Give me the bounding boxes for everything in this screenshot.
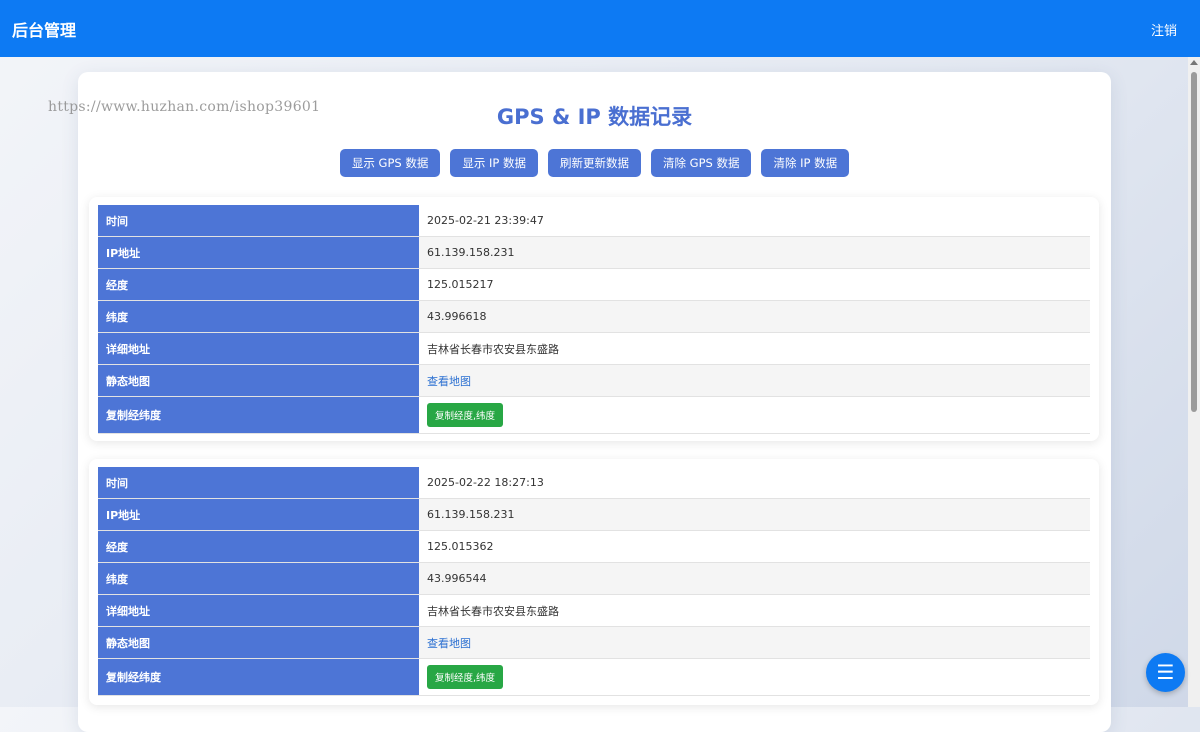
address-value: 吉林省长春市农安县东盛路 xyxy=(419,332,1090,365)
table-row: 复制经纬度 复制经度,纬度 xyxy=(98,396,1090,434)
copy-coords-button[interactable]: 复制经度,纬度 xyxy=(427,665,504,689)
table-row: 详细地址 吉林省长春市农安县东盛路 xyxy=(98,332,1090,365)
time-value: 2025-02-21 23:39:47 xyxy=(419,205,1090,237)
lat-value: 43.996618 xyxy=(419,300,1090,333)
scroll-up-arrow-icon[interactable] xyxy=(1190,60,1198,65)
table-row: 静态地图 查看地图 xyxy=(98,626,1090,659)
refresh-button[interactable]: 刷新更新数据 xyxy=(548,149,641,177)
table-row: IP地址 61.139.158.231 xyxy=(98,498,1090,531)
app-title: 后台管理 xyxy=(12,21,77,40)
lng-value: 125.015362 xyxy=(419,530,1090,563)
address-label: 详细地址 xyxy=(98,594,419,627)
ip-label: IP地址 xyxy=(98,498,419,531)
lat-label: 纬度 xyxy=(98,562,419,595)
toolbar: 显示 GPS 数据 显示 IP 数据 刷新更新数据 清除 GPS 数据 清除 I… xyxy=(78,149,1111,177)
lng-value: 125.015217 xyxy=(419,268,1090,301)
menu-fab-button[interactable]: ☰ xyxy=(1146,653,1185,692)
lat-label: 纬度 xyxy=(98,300,419,333)
lng-label: 经度 xyxy=(98,268,419,301)
table-row: 静态地图 查看地图 xyxy=(98,364,1090,397)
view-map-link[interactable]: 查看地图 xyxy=(427,375,471,388)
show-gps-button[interactable]: 显示 GPS 数据 xyxy=(339,149,441,177)
map-label: 静态地图 xyxy=(98,364,419,397)
table-row: 时间 2025-02-22 18:27:13 xyxy=(98,467,1090,499)
menu-icon: ☰ xyxy=(1156,660,1175,684)
time-value: 2025-02-22 18:27:13 xyxy=(419,467,1090,499)
watermark-text: https://www.huzhan.com/ishop39601 xyxy=(48,99,321,115)
copy-label: 复制经纬度 xyxy=(98,396,419,434)
record-card: 时间 2025-02-22 18:27:13 IP地址 61.139.158.231… xyxy=(89,459,1099,705)
record-card: 时间 2025-02-21 23:39:47 IP地址 61.139.158.231… xyxy=(89,197,1099,441)
ip-value: 61.139.158.231 xyxy=(419,236,1090,269)
clear-gps-button[interactable]: 清除 GPS 数据 xyxy=(651,149,752,177)
map-label: 静态地图 xyxy=(98,626,419,659)
address-value: 吉林省长春市农安县东盛路 xyxy=(419,594,1090,627)
view-map-link[interactable]: 查看地图 xyxy=(427,637,471,650)
vertical-scrollbar[interactable] xyxy=(1188,57,1200,707)
table-row: IP地址 61.139.158.231 xyxy=(98,236,1090,269)
ip-label: IP地址 xyxy=(98,236,419,269)
ip-value: 61.139.158.231 xyxy=(419,498,1090,531)
address-label: 详细地址 xyxy=(98,332,419,365)
table-row: 详细地址 吉林省长春市农安县东盛路 xyxy=(98,594,1090,627)
logout-link[interactable]: 注销 xyxy=(1151,20,1177,39)
table-row: 复制经纬度 复制经度,纬度 xyxy=(98,658,1090,696)
top-bar: 后台管理 注销 xyxy=(0,0,1200,57)
table-row: 经度 125.015217 xyxy=(98,268,1090,301)
record-table: 时间 2025-02-22 18:27:13 IP地址 61.139.158.231… xyxy=(98,467,1090,696)
scrollbar-thumb[interactable] xyxy=(1191,72,1197,412)
table-row: 经度 125.015362 xyxy=(98,530,1090,563)
record-table: 时间 2025-02-21 23:39:47 IP地址 61.139.158.231… xyxy=(98,205,1090,434)
show-ip-button[interactable]: 显示 IP 数据 xyxy=(450,149,538,177)
time-label: 时间 xyxy=(98,205,419,237)
clear-ip-button[interactable]: 清除 IP 数据 xyxy=(761,149,850,177)
table-row: 时间 2025-02-21 23:39:47 xyxy=(98,205,1090,237)
copy-coords-button[interactable]: 复制经度,纬度 xyxy=(427,403,504,427)
table-row: 纬度 43.996544 xyxy=(98,562,1090,595)
copy-label: 复制经纬度 xyxy=(98,658,419,696)
time-label: 时间 xyxy=(98,467,419,499)
lat-value: 43.996544 xyxy=(419,562,1090,595)
lng-label: 经度 xyxy=(98,530,419,563)
table-row: 纬度 43.996618 xyxy=(98,300,1090,333)
